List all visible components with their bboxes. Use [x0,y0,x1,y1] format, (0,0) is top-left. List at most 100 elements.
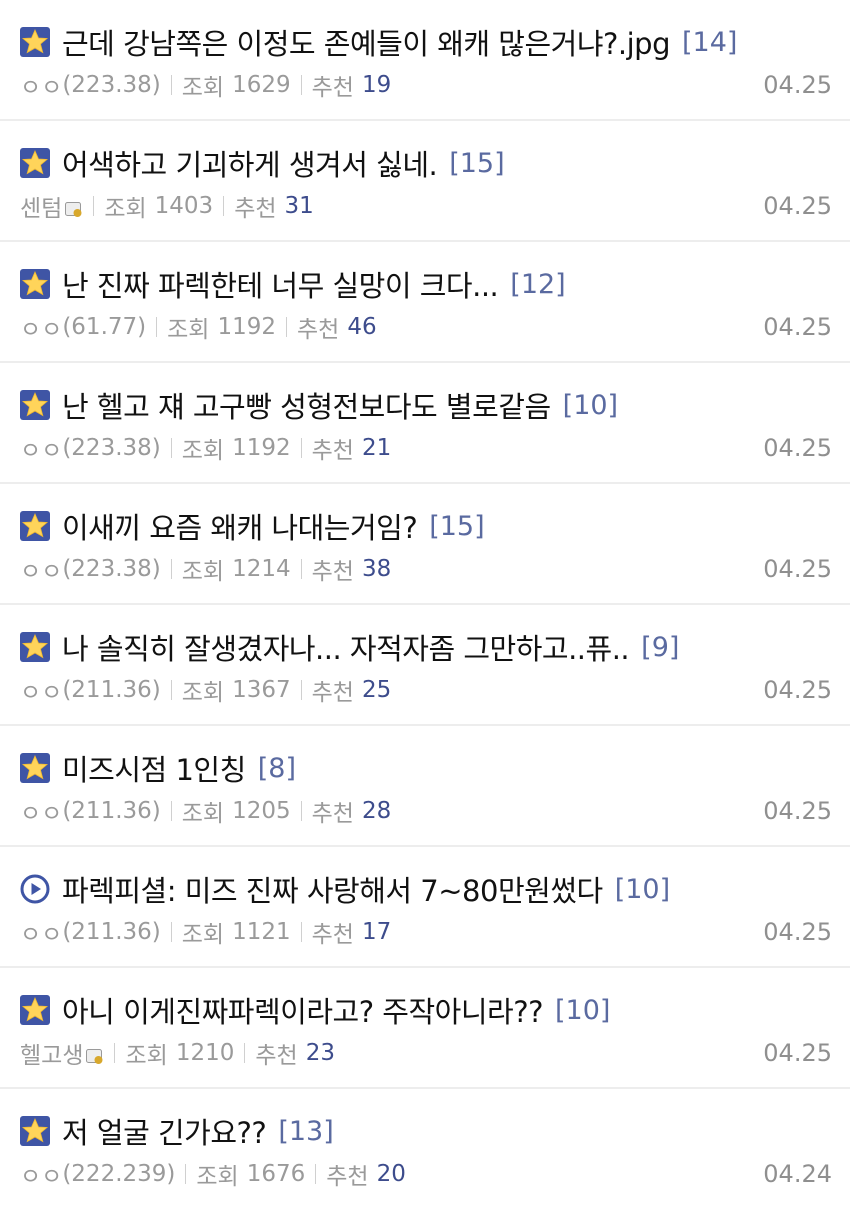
views-count: 1214 [232,556,291,582]
likes-count: 20 [376,1161,406,1187]
post-title-row[interactable]: 난 헬고 쟤 고구빵 성형전보다도 별로같음 [10] [20,385,834,425]
views-count: 1367 [232,677,291,703]
post-title[interactable]: 나 솔직히 잘생겼자나... 자적자좀 그만하고..퓨.. [62,626,630,668]
play-icon [20,874,50,904]
post-title-row[interactable]: 저 얼굴 긴가요?? [13] [20,1111,834,1151]
post-meta: ㅇㅇ (223.38) 조회 1214 추천 38 04.25 [20,554,832,585]
post-date: 04.25 [763,71,832,99]
post-meta: ㅇㅇ (223.38) 조회 1192 추천 21 04.25 [20,433,832,464]
views-count: 1676 [246,1161,306,1187]
member-badge-icon [65,198,83,217]
post-title[interactable]: 어색하고 기괴하게 생겨서 싫네. [62,142,438,184]
post-date: 04.25 [763,1039,832,1067]
post-item[interactable]: 미즈시점 1인칭 [8] ㅇㅇ (211.36) 조회 1205 추천 28 0… [0,726,850,847]
post-item[interactable]: 어색하고 기괴하게 생겨서 싫네. [15] 센텀 조회 1403 추천 31 … [0,121,850,242]
author-name: ㅇㅇ [20,680,63,706]
divider [315,1164,317,1184]
views-label: 조회 [104,196,147,222]
post-item[interactable]: 나 솔직히 잘생겼자나... 자적자좀 그만하고..퓨.. [9] ㅇㅇ (21… [0,605,850,726]
author-name: ㅇㅇ [20,1164,63,1190]
views-label: 조회 [181,75,225,101]
author-name: 센텀 [20,196,63,222]
post-title-row[interactable]: 이새끼 요즘 왜캐 나대는거임? [15] [20,506,834,546]
likes-label: 추천 [255,1043,298,1069]
comment-count: [15] [449,147,505,179]
post-meta: 센텀 조회 1403 추천 31 04.25 [20,191,832,222]
post-title-row[interactable]: 파렉피셜: 미즈 진짜 사랑해서 7~80만원썼다 [10] [20,869,834,909]
views-label: 조회 [181,559,225,585]
likes-count: 46 [347,314,377,340]
views-label: 조회 [196,1164,239,1190]
likes-count: 23 [305,1040,335,1066]
author-ip: (223.38) [62,556,161,582]
divider [170,438,172,458]
post-item[interactable]: 근데 강남쪽은 이정도 존예들이 왜캐 많은거냐?.jpg [14] ㅇㅇ (2… [0,0,850,121]
divider [170,680,172,700]
likes-label: 추천 [311,438,354,464]
post-title[interactable]: 난 진짜 파렉한테 너무 실망이 크다... [62,263,499,305]
post-title[interactable]: 근데 강남쪽은 이정도 존예들이 왜캐 많은거냐?.jpg [62,21,671,63]
likes-count: 17 [361,919,392,945]
post-title[interactable]: 파렉피셜: 미즈 진짜 사랑해서 7~80만원썼다 [62,868,603,910]
star-icon [20,390,50,420]
divider [300,75,302,95]
post-date: 04.25 [763,676,832,704]
post-item[interactable]: 저 얼굴 긴가요?? [13] ㅇㅇ (222.239) 조회 1676 추천 … [0,1089,850,1210]
comment-count: [10] [614,873,671,905]
views-count: 1403 [154,193,214,219]
comment-count: [12] [510,268,566,300]
divider [114,1043,116,1063]
star-icon [20,27,50,57]
post-title-row[interactable]: 아니 이게진짜파렉이라고? 주작아니라?? [10] [20,990,834,1030]
post-item[interactable]: 이새끼 요즘 왜캐 나대는거임? [15] ㅇㅇ (223.38) 조회 121… [0,484,850,605]
divider [156,317,158,337]
post-title-row[interactable]: 난 진짜 파렉한테 너무 실망이 크다... [12] [20,264,834,304]
post-meta: ㅇㅇ (222.239) 조회 1676 추천 20 04.24 [20,1159,832,1190]
likes-label: 추천 [311,801,354,827]
views-count: 1192 [217,314,276,340]
post-item[interactable]: 아니 이게진짜파렉이라고? 주작아니라?? [10] 헬고생 조회 1210 추… [0,968,850,1089]
post-title[interactable]: 미즈시점 1인칭 [62,747,246,789]
likes-label: 추천 [297,317,340,343]
divider [300,438,302,458]
comment-count: [14] [682,26,738,58]
star-icon [20,753,50,783]
likes-label: 추천 [311,680,354,706]
post-meta: ㅇㅇ (211.36) 조회 1205 추천 28 04.25 [20,796,832,827]
member-badge-icon [86,1045,104,1064]
likes-label: 추천 [311,559,354,585]
post-item[interactable]: 파렉피셜: 미즈 진짜 사랑해서 7~80만원썼다 [10] ㅇㅇ (211.3… [0,847,850,968]
post-meta: ㅇㅇ (61.77) 조회 1192 추천 46 04.25 [20,312,832,343]
post-date: 04.25 [763,313,832,341]
post-date: 04.25 [763,918,832,946]
post-item[interactable]: 난 진짜 파렉한테 너무 실망이 크다... [12] ㅇㅇ (61.77) 조… [0,242,850,363]
post-title[interactable]: 아니 이게진짜파렉이라고? 주작아니라?? [62,989,544,1031]
comment-count: [10] [562,389,619,421]
post-title-row[interactable]: 미즈시점 1인칭 [8] [20,748,834,788]
post-title[interactable]: 이새끼 요즘 왜캐 나대는거임? [62,505,418,547]
likes-count: 38 [361,556,392,582]
post-meta: ㅇㅇ (211.36) 조회 1367 추천 25 04.25 [20,675,832,706]
divider [93,196,95,216]
author-ip: (211.36) [62,677,161,703]
post-title[interactable]: 난 헬고 쟤 고구빵 성형전보다도 별로같음 [62,384,551,426]
divider [244,1043,246,1063]
post-item[interactable]: 난 헬고 쟤 고구빵 성형전보다도 별로같음 [10] ㅇㅇ (223.38) … [0,363,850,484]
post-title-row[interactable]: 어색하고 기괴하게 생겨서 싫네. [15] [20,143,834,183]
views-count: 1121 [232,919,291,945]
author-name: ㅇㅇ [20,438,63,464]
divider [300,680,302,700]
star-icon [20,632,50,662]
views-label: 조회 [125,1043,168,1069]
divider [300,922,302,942]
author-name: ㅇㅇ [20,317,63,343]
likes-label: 추천 [234,196,277,222]
views-label: 조회 [181,801,225,827]
likes-label: 추천 [311,75,354,101]
post-title[interactable]: 저 얼굴 긴가요?? [62,1110,267,1152]
post-title-row[interactable]: 나 솔직히 잘생겼자나... 자적자좀 그만하고..퓨.. [9] [20,627,834,667]
author-ip: (211.36) [62,798,161,824]
post-title-row[interactable]: 근데 강남쪽은 이정도 존예들이 왜캐 많은거냐?.jpg [14] [20,22,834,62]
post-date: 04.25 [763,555,832,583]
post-date: 04.25 [763,192,832,220]
